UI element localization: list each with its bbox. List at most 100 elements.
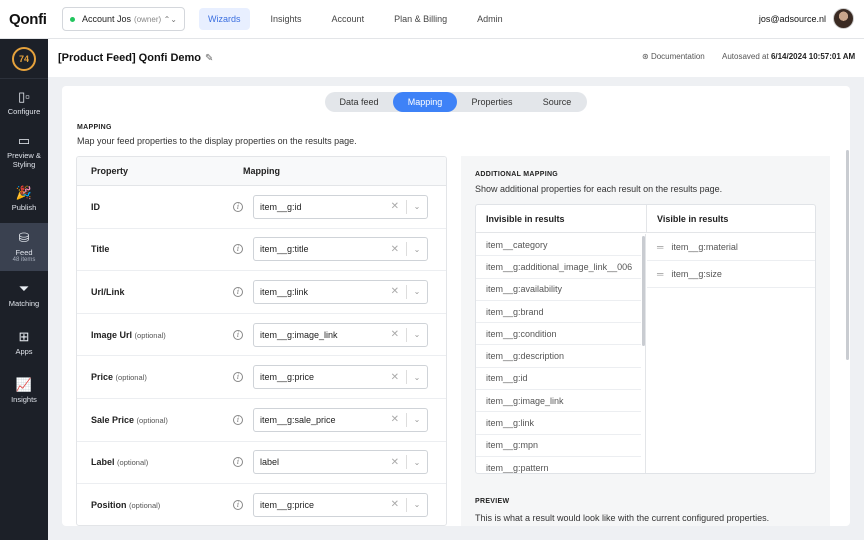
- mapping-select[interactable]: item__g:price ✕ ⌄: [253, 365, 428, 390]
- monitor-icon: ▭: [17, 132, 31, 148]
- mapping-table-header: Property Mapping: [77, 157, 446, 186]
- optional-tag: (optional): [117, 458, 149, 468]
- property-label: Sale Price: [91, 414, 135, 425]
- chevron-down-icon[interactable]: ⌄: [407, 415, 427, 424]
- invisible-list-item[interactable]: item__g:link: [476, 412, 641, 435]
- mapping-value: item__g:link: [260, 286, 309, 297]
- sidebar-item-publish[interactable]: 🎉 Publish: [0, 175, 48, 223]
- tab-properties[interactable]: Properties: [457, 92, 527, 112]
- chevron-down-icon[interactable]: ⌄: [407, 287, 427, 296]
- info-icon[interactable]: i: [233, 499, 243, 510]
- info-icon[interactable]: i: [233, 372, 243, 383]
- grid-icon: ⊞: [18, 329, 30, 344]
- edit-pencil-icon[interactable]: ✎: [205, 53, 213, 64]
- info-icon[interactable]: i: [233, 286, 243, 297]
- sidebar-item-label: Preview & Styling: [7, 150, 41, 169]
- autosave-status: Autosaved at 6/14/2024 10:57:01 AM: [722, 52, 855, 61]
- clear-icon[interactable]: ✕: [391, 329, 406, 340]
- tab-data-feed[interactable]: Data feed: [325, 92, 393, 112]
- invisible-list-item[interactable]: item__g:brand: [476, 301, 641, 324]
- mapping-select[interactable]: item__g:price ✕ ⌄: [253, 492, 428, 517]
- chevron-down-icon[interactable]: ⌄: [407, 330, 427, 339]
- mapping-select[interactable]: label ✕ ⌄: [253, 450, 428, 475]
- property-label: Price: [91, 372, 114, 383]
- sidebar-item-label: Configure: [7, 107, 41, 116]
- mapping-row: Image Url (optional) i item__g:image_link ✕…: [77, 314, 446, 357]
- chevron-down-icon[interactable]: ⌄: [407, 245, 427, 254]
- info-icon[interactable]: i: [233, 201, 243, 212]
- sidebar-item-feed[interactable]: ⛁ Feed 48 items: [0, 223, 48, 271]
- invisible-list-item[interactable]: item__category: [476, 234, 641, 257]
- clear-icon[interactable]: ✕: [391, 457, 406, 468]
- property-name: ID: [77, 202, 217, 212]
- mapping-row: Url/Link i item__g:link ✕ ⌄: [77, 271, 446, 314]
- chevron-down-icon[interactable]: ⌄: [407, 202, 427, 211]
- mapping-select[interactable]: item__g:link ✕ ⌄: [253, 279, 428, 304]
- sidebar-item-preview-styling[interactable]: ▭ Preview & Styling: [0, 127, 48, 175]
- drag-handle-icon[interactable]: ═: [657, 269, 663, 279]
- page-scrollbar[interactable]: [846, 150, 849, 360]
- visible-list-item[interactable]: ═ item__g:material: [647, 234, 815, 261]
- invisible-list-item[interactable]: item__g:image_link: [476, 390, 641, 413]
- clear-icon[interactable]: ✕: [391, 244, 406, 255]
- avatar[interactable]: [833, 8, 854, 29]
- invisible-list-item[interactable]: item__g:condition: [476, 323, 641, 346]
- mapping-select[interactable]: item__g:title ✕ ⌄: [253, 237, 428, 262]
- autosave-time: 6/14/2024 10:57:01 AM: [770, 52, 856, 61]
- account-select[interactable]: Account Jos (owner) ⌃⌄: [62, 7, 185, 31]
- sidebar-item-apps[interactable]: ⊞ Apps: [0, 319, 48, 367]
- nav-account[interactable]: Account: [323, 8, 374, 30]
- mapping-value: label: [260, 457, 280, 468]
- info-icon[interactable]: i: [233, 414, 243, 425]
- sidebar-item-label: Apps: [15, 347, 33, 356]
- optional-tag: (optional): [134, 330, 166, 340]
- party-popper-icon: 🎉: [15, 185, 33, 200]
- clear-icon[interactable]: ✕: [391, 201, 406, 212]
- scrollbar[interactable]: [642, 236, 645, 346]
- app-logo[interactable]: Qonfi: [0, 11, 48, 28]
- page-header: [Product Feed] Qonfi Demo ✎ ⊛ Documentat…: [48, 39, 864, 77]
- sidebar-item-matching[interactable]: ⏷ Matching: [0, 271, 48, 319]
- sidebar-item-label: Feed: [15, 247, 33, 257]
- nav-insights[interactable]: Insights: [262, 8, 311, 30]
- account-role: (owner): [134, 14, 162, 24]
- nav-plan-billing[interactable]: Plan & Billing: [385, 8, 456, 30]
- clear-icon[interactable]: ✕: [391, 414, 406, 425]
- clear-icon[interactable]: ✕: [391, 286, 406, 297]
- sidebar-item-insights[interactable]: 📈 Insights: [0, 367, 48, 415]
- mapping-select[interactable]: item__g:sale_price ✕ ⌄: [253, 407, 428, 432]
- invisible-list-item[interactable]: item__g:availability: [476, 279, 641, 301]
- info-icon[interactable]: i: [233, 244, 243, 255]
- preview-label: PREVIEW: [475, 498, 510, 505]
- tab-mapping[interactable]: Mapping: [393, 92, 457, 112]
- info-icon[interactable]: i: [233, 457, 243, 468]
- chevron-down-icon[interactable]: ⌄: [407, 373, 427, 382]
- score-indicator[interactable]: 74: [0, 39, 48, 79]
- mapping-value: item__g:id: [260, 201, 302, 212]
- drag-handle-icon[interactable]: ═: [657, 242, 663, 252]
- nav-wizards[interactable]: Wizards: [199, 8, 250, 30]
- account-name: Account Jos: [82, 14, 132, 24]
- clear-icon[interactable]: ✕: [391, 372, 406, 383]
- invisible-list-item[interactable]: item__g:mpn: [476, 435, 641, 457]
- chevron-down-icon[interactable]: ⌄: [407, 458, 427, 467]
- chevron-down-icon[interactable]: ⌄: [407, 500, 427, 509]
- invisible-list-item[interactable]: item__g:additional_image_link__006: [476, 256, 641, 279]
- nav-admin[interactable]: Admin: [468, 8, 512, 30]
- info-icon[interactable]: i: [233, 329, 243, 340]
- invisible-header: Invisible in results: [476, 205, 647, 232]
- invisible-list-item[interactable]: item__g:pattern: [476, 457, 641, 473]
- sidebar-item-label: Insights: [11, 395, 37, 404]
- mapping-table: Property Mapping ID i item__g:id ✕ ⌄ Title i…: [76, 156, 447, 526]
- mapping-select[interactable]: item__g:image_link ✕ ⌄: [253, 322, 428, 347]
- mapping-select[interactable]: item__g:id ✕ ⌄: [253, 194, 428, 219]
- visible-list-item[interactable]: ═ item__g:size: [647, 261, 815, 288]
- invisible-list-item[interactable]: item__g:id: [476, 368, 641, 391]
- user-menu[interactable]: jos@adsource.nl: [759, 8, 854, 29]
- tab-source[interactable]: Source: [527, 92, 587, 112]
- invisible-list-item[interactable]: item__g:description: [476, 345, 641, 368]
- clear-icon[interactable]: ✕: [391, 499, 406, 510]
- sidebar-item-configure[interactable]: ▯▫ Configure: [0, 79, 48, 127]
- property-label: Position: [91, 499, 127, 510]
- documentation-link[interactable]: ⊛ Documentation: [642, 52, 705, 61]
